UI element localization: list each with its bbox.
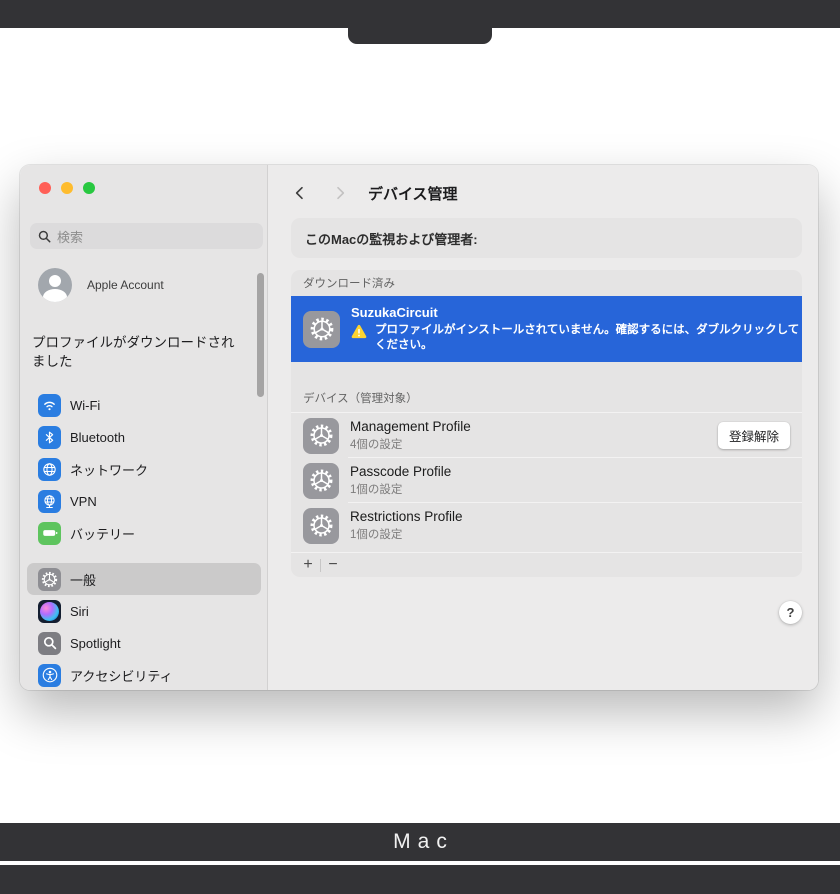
- unenroll-button[interactable]: 登録解除: [718, 422, 790, 449]
- profile-name: Passcode Profile: [350, 464, 451, 479]
- profile-row-passcode[interactable]: Passcode Profile 1個の設定: [291, 458, 802, 503]
- profile-gear-icon: [303, 463, 339, 499]
- profile-gear-icon: [303, 418, 339, 454]
- bottom-strip-bar: [0, 865, 840, 894]
- sidebar-item-label: VPN: [70, 494, 97, 509]
- profile-row-restrictions[interactable]: Restrictions Profile 1個の設定: [291, 503, 802, 548]
- search-placeholder: 検索: [57, 227, 83, 246]
- profile-row-suzukacircuit[interactable]: SuzukaCircuit プロファイルがインストールされていません。確認するに…: [291, 296, 802, 362]
- profile-name: Restrictions Profile: [350, 509, 463, 524]
- section-header-downloaded: ダウンロード済み: [291, 270, 802, 296]
- device-label: Mac: [386, 830, 454, 854]
- avatar: [38, 268, 72, 302]
- back-button[interactable]: [288, 181, 312, 205]
- apple-account-label: Apple Account: [87, 278, 164, 292]
- profile-name: SuzukaCircuit: [351, 305, 802, 320]
- profile-downloaded-notice: プロファイルがダウンロードされました: [32, 333, 237, 371]
- network-globe-icon: [38, 458, 61, 481]
- pane-header: デバイス管理: [288, 177, 458, 209]
- screen: 検索 Apple Account プロファイルがダウンロードされました Wi-F…: [0, 0, 840, 894]
- minimize-button[interactable]: [61, 182, 73, 194]
- forward-button[interactable]: [328, 181, 352, 205]
- sidebar-scrollbar[interactable]: [257, 273, 264, 397]
- sidebar-item-siri[interactable]: Siri: [27, 595, 261, 627]
- bluetooth-icon: [38, 426, 61, 449]
- sidebar-item-general[interactable]: 一般: [27, 563, 261, 595]
- sidebar-item-label: Wi-Fi: [70, 398, 100, 413]
- sidebar-item-label: アクセシビリティ: [70, 666, 173, 685]
- top-notch-tab: [348, 0, 492, 44]
- sidebar-item-label: 一般: [70, 570, 96, 589]
- profile-settings-count: 1個の設定: [350, 526, 463, 542]
- profile-settings-count: 1個の設定: [350, 481, 451, 497]
- sidebar-item-label: Spotlight: [70, 636, 121, 651]
- siri-icon: [38, 600, 61, 623]
- sidebar-item-wifi[interactable]: Wi-Fi: [27, 389, 261, 421]
- profile-gear-icon: [303, 508, 339, 544]
- sidebar-item-apple-account[interactable]: Apple Account: [38, 268, 164, 302]
- add-profile-button[interactable]: +: [296, 557, 320, 573]
- sidebar-item-label: Siri: [70, 604, 89, 619]
- zoom-button[interactable]: [83, 182, 95, 194]
- page-title: デバイス管理: [368, 183, 458, 204]
- battery-icon: [38, 522, 61, 545]
- accessibility-icon: [38, 664, 61, 687]
- sidebar-nav: Wi-Fi Bluetooth ネットワーク: [27, 389, 261, 690]
- profiles-list: ダウンロード済み SuzukaCircuit プロファイルがインストールされてい…: [291, 270, 802, 577]
- profile-settings-count: 4個の設定: [350, 436, 471, 452]
- wifi-icon: [38, 394, 61, 417]
- sidebar-item-label: Bluetooth: [70, 430, 125, 445]
- remove-profile-button[interactable]: −: [321, 557, 345, 573]
- sidebar-item-bluetooth[interactable]: Bluetooth: [27, 421, 261, 453]
- bottom-dark-bar: Mac: [0, 823, 840, 861]
- sidebar-item-accessibility[interactable]: アクセシビリティ: [27, 659, 261, 690]
- search-input[interactable]: 検索: [30, 223, 263, 249]
- device-management-pane: デバイス管理 このMacの監視および管理者: ダウンロード済み SuzukaCi…: [268, 165, 818, 690]
- sidebar-item-network[interactable]: ネットワーク: [27, 453, 261, 485]
- list-empty-space: [291, 362, 802, 384]
- sidebar-item-vpn[interactable]: VPN: [27, 485, 261, 517]
- profile-row-management[interactable]: Management Profile 4個の設定 登録解除: [291, 413, 802, 458]
- sidebar: 検索 Apple Account プロファイルがダウンロードされました Wi-F…: [20, 165, 268, 690]
- spotlight-icon: [38, 632, 61, 655]
- sidebar-item-label: バッテリー: [70, 524, 135, 543]
- window-controls: [39, 182, 95, 194]
- warning-icon: [351, 324, 367, 339]
- profile-warning-text: プロファイルがインストールされていません。確認するには、ダブルクリックしてくださ…: [375, 323, 802, 353]
- sidebar-item-battery[interactable]: バッテリー: [27, 517, 261, 549]
- sidebar-group-gap: [27, 549, 261, 563]
- help-button[interactable]: ?: [779, 601, 802, 624]
- profile-gear-icon: [303, 311, 340, 348]
- list-footer: + −: [291, 552, 802, 577]
- supervision-info-box: このMacの監視および管理者:: [291, 218, 802, 258]
- sidebar-item-label: ネットワーク: [70, 460, 148, 479]
- sidebar-item-spotlight[interactable]: Spotlight: [27, 627, 261, 659]
- system-settings-window: 検索 Apple Account プロファイルがダウンロードされました Wi-F…: [20, 165, 818, 690]
- profile-name: Management Profile: [350, 419, 471, 434]
- search-icon: [38, 230, 51, 243]
- general-gear-icon: [38, 568, 61, 591]
- close-button[interactable]: [39, 182, 51, 194]
- vpn-icon: [38, 490, 61, 513]
- supervision-info-label: このMacの監視および管理者:: [305, 229, 478, 248]
- section-header-devices: デバイス（管理対象）: [291, 384, 802, 412]
